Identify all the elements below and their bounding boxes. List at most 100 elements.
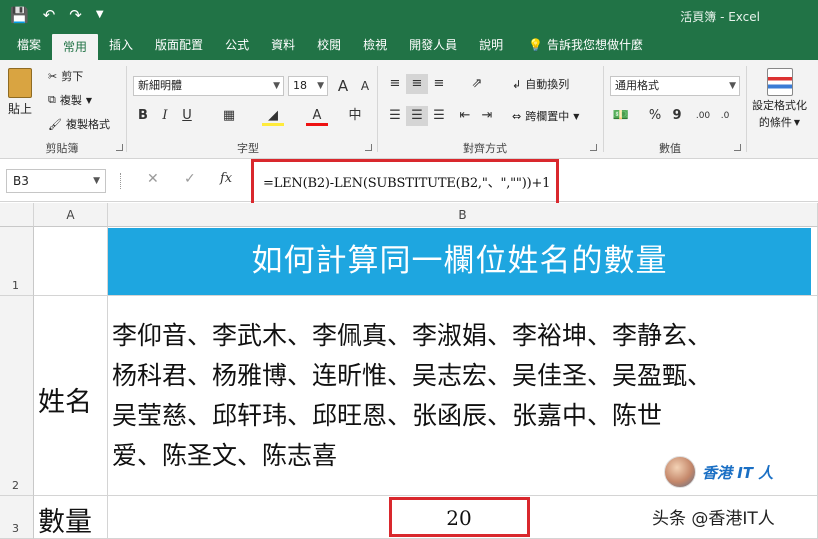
group-label-clipboard: 剪貼簿 <box>45 142 79 155</box>
formula-bar-grip[interactable] <box>120 173 122 189</box>
names-line: 杨科君、杨雅博、连昕惟、吴志宏、吴佳圣、吴盈甄、 <box>112 361 713 390</box>
watermark-logo: 香港 IT 人 <box>664 456 773 488</box>
redo-icon[interactable]: ↷ <box>69 6 82 24</box>
merge-center-button[interactable]: ⇔ 跨欄置中 ▼ <box>512 108 579 124</box>
phonetic-button[interactable]: 中 <box>344 106 366 126</box>
chevron-down-icon: ▼ <box>793 117 801 127</box>
tab-review[interactable]: 校閱 <box>306 32 352 60</box>
chevron-down-icon: ▼ <box>93 176 100 186</box>
name-box[interactable]: B3 ▼ <box>6 169 106 193</box>
window-title: 活頁簿 - Excel <box>680 10 760 24</box>
tab-formulas[interactable]: 公式 <box>214 32 260 60</box>
row-header-3[interactable]: 3 <box>0 496 34 539</box>
quick-access-toolbar: 💾 ↶ ↷ ▼ <box>10 6 104 24</box>
font-name-combo[interactable]: 新細明體 ▼ <box>133 76 284 96</box>
column-header-b[interactable]: B <box>108 203 818 227</box>
shrink-font-button[interactable]: A <box>354 76 376 96</box>
fill-color-icon[interactable]: ◢ <box>262 106 284 126</box>
align-middle-icon[interactable]: ≡ <box>406 74 428 94</box>
orientation-icon[interactable]: ⇗ <box>466 74 488 94</box>
align-center-icon[interactable]: ☰ <box>406 106 428 126</box>
merge-icon: ⇔ <box>512 109 522 123</box>
enter-icon[interactable]: ✓ <box>184 171 196 187</box>
chevron-down-icon: ▼ <box>273 81 280 91</box>
group-label-alignment: 對齊方式 <box>463 142 507 155</box>
names-line: 吴莹慈、邱轩玮、邱旺恩、张函辰、张嘉中、陈世 <box>112 401 663 430</box>
group-separator <box>126 66 127 152</box>
paste-button[interactable]: 貼上 <box>8 68 32 117</box>
borders-icon[interactable]: ▦ <box>218 106 240 126</box>
increase-decimal-icon[interactable]: .00 <box>692 106 714 126</box>
group-label-font: 字型 <box>237 142 259 155</box>
names-line: 李仰音、李武木、李佩真、李淑娟、李裕坤、李静玄、 <box>112 321 713 350</box>
comma-style-button[interactable]: 9 <box>666 106 688 126</box>
insert-function-icon[interactable]: fx <box>220 171 232 186</box>
group-separator <box>377 66 378 152</box>
watermark-logo-text: 香港 IT 人 <box>702 463 774 482</box>
label-names: 姓名 <box>38 387 92 418</box>
align-left-icon[interactable]: ☰ <box>384 106 406 126</box>
row-header-1[interactable]: 1 <box>0 227 34 296</box>
chevron-down-icon: ▼ <box>85 95 93 105</box>
accounting-format-icon[interactable]: 💵 <box>610 106 632 126</box>
group-separator <box>603 66 604 152</box>
sheet-title: 如何計算同一欄位姓名的數量 <box>108 228 811 295</box>
alignment-launcher-icon[interactable] <box>590 144 597 151</box>
conditional-formatting-icon <box>766 68 793 96</box>
conditional-formatting-button[interactable]: 設定格式化 的條件 ▼ <box>752 68 807 130</box>
tab-developer[interactable]: 開發人員 <box>398 32 468 60</box>
tab-home[interactable]: 常用 <box>52 34 99 60</box>
tell-me-search[interactable]: 💡 告訴我您想做什麼 <box>514 32 654 60</box>
font-color-icon[interactable]: A <box>306 106 328 126</box>
formula-highlight-box <box>251 159 559 208</box>
tab-insert[interactable]: 插入 <box>98 32 144 60</box>
number-launcher-icon[interactable] <box>734 144 741 151</box>
column-header-a[interactable]: A <box>34 203 108 227</box>
group-separator <box>746 66 747 152</box>
count-highlight-box <box>389 497 530 537</box>
align-bottom-icon[interactable]: ≡ <box>428 74 450 94</box>
cancel-icon[interactable]: ✕ <box>147 171 159 187</box>
row-header-2[interactable]: 2 <box>0 296 34 496</box>
decrease-indent-icon[interactable]: ⇤ <box>454 106 476 126</box>
clipboard-launcher-icon[interactable] <box>116 144 123 151</box>
watermark-handle: 头条 @香港IT人 <box>652 509 775 529</box>
cell-a1[interactable] <box>34 227 108 296</box>
tab-file[interactable]: 檔案 <box>6 32 52 60</box>
undo-icon[interactable]: ↶ <box>43 6 56 24</box>
bold-button[interactable]: B <box>132 106 154 126</box>
copy-button[interactable]: ⧉ 複製 ▼ <box>48 92 92 108</box>
label-count: 數量 <box>38 507 92 538</box>
grow-font-button[interactable]: A <box>332 76 354 96</box>
decrease-decimal-icon[interactable]: .0 <box>714 106 736 126</box>
number-format-combo[interactable]: 通用格式 ▼ <box>610 76 740 96</box>
increase-indent-icon[interactable]: ⇥ <box>476 106 498 126</box>
tab-help[interactable]: 說明 <box>468 32 514 60</box>
font-size-combo[interactable]: 18 ▼ <box>288 76 328 96</box>
ribbon-tabs: 檔案 常用 插入 版面配置 公式 資料 校閱 檢視 開發人員 說明 💡 告訴我您… <box>0 32 818 60</box>
font-launcher-icon[interactable] <box>365 144 372 151</box>
select-all-corner[interactable] <box>0 203 34 227</box>
wrap-text-button[interactable]: ↲ 自動換列 <box>512 76 569 92</box>
title-bar: 💾 ↶ ↷ ▼ 活頁簿 - Excel <box>0 0 818 32</box>
tab-view[interactable]: 檢視 <box>352 32 398 60</box>
chevron-down-icon: ▼ <box>573 111 580 121</box>
scissors-icon: ✂ <box>48 69 58 83</box>
italic-button[interactable]: I <box>154 106 176 126</box>
customize-qat-icon[interactable]: ▼ <box>96 6 104 24</box>
tab-page-layout[interactable]: 版面配置 <box>144 32 214 60</box>
lightbulb-icon: 💡 <box>528 38 544 52</box>
wrap-text-icon: ↲ <box>512 77 522 91</box>
names-list: 李仰音、李武木、李佩真、李淑娟、李裕坤、李静玄、 杨科君、杨雅博、连昕惟、吴志宏… <box>112 316 812 476</box>
underline-button[interactable]: U <box>176 106 198 126</box>
align-top-icon[interactable]: ≡ <box>384 74 406 94</box>
percent-style-button[interactable]: % <box>644 106 666 126</box>
cut-button[interactable]: ✂ 剪下 <box>48 68 83 84</box>
align-right-icon[interactable]: ☰ <box>428 106 450 126</box>
chevron-down-icon: ▼ <box>317 81 324 91</box>
ribbon: 貼上 ✂ 剪下 ⧉ 複製 ▼ 🖌 複製格式 剪貼簿 新細明體 ▼ 18 ▼ A … <box>0 60 818 159</box>
save-icon[interactable]: 💾 <box>10 6 29 24</box>
group-label-number: 數值 <box>659 142 681 155</box>
tab-data[interactable]: 資料 <box>260 32 306 60</box>
format-painter-button[interactable]: 🖌 複製格式 <box>48 116 110 132</box>
